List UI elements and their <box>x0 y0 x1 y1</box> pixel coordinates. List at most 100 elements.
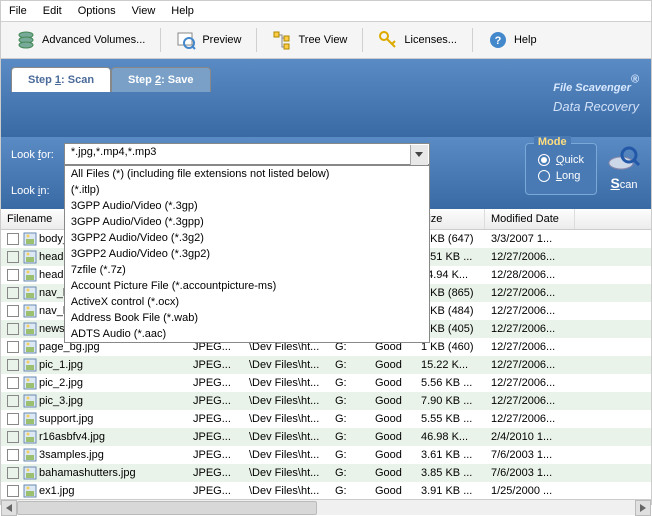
row-checkbox[interactable] <box>7 233 19 245</box>
cell-filename: ex1.jpg <box>39 485 74 497</box>
table-row[interactable]: support.jpgJPEG...\Dev Files\ht...G:Good… <box>1 410 651 428</box>
cell-modified: 12/27/2006... <box>485 322 575 336</box>
advanced-volumes-button[interactable]: Advanced Volumes... <box>7 26 154 54</box>
dropdown-item[interactable]: ADTS Audio (*.aac) <box>65 326 429 342</box>
menu-edit[interactable]: Edit <box>43 5 62 17</box>
row-checkbox[interactable] <box>7 377 19 389</box>
cell-folder: \Dev Files\ht... <box>243 376 329 390</box>
preview-icon <box>176 30 196 50</box>
image-file-icon <box>23 286 37 300</box>
cell-size: 3.85 KB ... <box>415 466 485 480</box>
tab-scan[interactable]: Step 1: Scan <box>11 67 111 92</box>
scroll-thumb[interactable] <box>17 501 317 515</box>
menu-help[interactable]: Help <box>171 5 194 17</box>
col-modified[interactable]: Modified Date <box>485 209 575 229</box>
table-row[interactable]: r16asbfv4.jpgJPEG...\Dev Files\ht...G:Go… <box>1 428 651 446</box>
dropdown-item[interactable]: 3GPP Audio/Video (*.3gpp) <box>65 214 429 230</box>
radio-icon <box>538 154 550 166</box>
row-checkbox[interactable] <box>7 269 19 281</box>
horizontal-scrollbar[interactable] <box>1 499 651 515</box>
dropdown-item[interactable]: Account Picture File (*.accountpicture-m… <box>65 278 429 294</box>
mode-long-radio[interactable]: Long <box>538 170 584 182</box>
cell-filename: support.jpg <box>39 413 93 425</box>
row-checkbox[interactable] <box>7 341 19 353</box>
image-file-icon <box>23 466 37 480</box>
cell-volume: G: <box>329 412 369 426</box>
mode-legend: Mode <box>534 136 571 148</box>
dropdown-item[interactable]: (*.itlp) <box>65 182 429 198</box>
menu-file[interactable]: File <box>9 5 27 17</box>
dropdown-item[interactable]: Address Book File (*.wab) <box>65 310 429 326</box>
tree-view-button[interactable]: Tree View <box>263 26 356 54</box>
scan-button[interactable]: Scan <box>607 143 641 191</box>
tab-save[interactable]: Step 2: Save <box>111 67 210 92</box>
cell-folder: \Dev Files\ht... <box>243 448 329 462</box>
table-row[interactable]: 3samples.jpgJPEG...\Dev Files\ht...G:Goo… <box>1 446 651 464</box>
cell-type: JPEG... <box>187 484 243 498</box>
cell-folder: \Dev Files\ht... <box>243 466 329 480</box>
row-checkbox[interactable] <box>7 251 19 263</box>
cell-size: 5.55 KB ... <box>415 412 485 426</box>
image-file-icon <box>23 340 37 354</box>
row-checkbox[interactable] <box>7 323 19 335</box>
table-row[interactable]: pic_3.jpgJPEG...\Dev Files\ht...G:Good7.… <box>1 392 651 410</box>
row-checkbox[interactable] <box>7 467 19 479</box>
cell-size: 7.90 KB ... <box>415 394 485 408</box>
look-for-combo[interactable]: *.jpg,*.mp4,*.mp3 <box>64 143 430 165</box>
cell-filename: pic_3.jpg <box>39 395 83 407</box>
cell-volume: G: <box>329 358 369 372</box>
row-checkbox[interactable] <box>7 395 19 407</box>
cell-modified: 1/25/2000 ... <box>485 484 575 498</box>
licenses-button[interactable]: Licenses... <box>369 26 466 54</box>
row-checkbox[interactable] <box>7 287 19 299</box>
menu-options[interactable]: Options <box>78 5 116 17</box>
cell-modified: 12/28/2006... <box>485 268 575 282</box>
cell-type: JPEG... <box>187 466 243 480</box>
preview-button[interactable]: Preview <box>167 26 250 54</box>
mode-quick-radio[interactable]: Quick <box>538 154 584 166</box>
mode-group: Mode Quick Long <box>525 143 597 195</box>
dropdown-item[interactable]: 3GPP Audio/Video (*.3gp) <box>65 198 429 214</box>
cell-size: 3.91 KB ... <box>415 484 485 498</box>
table-row[interactable]: bahamashutters.jpg JPEG...\Dev Files\ht..… <box>1 464 651 482</box>
scroll-right-button[interactable] <box>635 500 651 516</box>
table-row[interactable]: pic_1.jpgJPEG...\Dev Files\ht...G:Good15… <box>1 356 651 374</box>
cell-modified: 12/27/2006... <box>485 304 575 318</box>
dropdown-item[interactable]: 3GPP2 Audio/Video (*.3g2) <box>65 230 429 246</box>
look-in-label: Look in: <box>11 185 54 197</box>
image-file-icon <box>23 412 37 426</box>
cell-status: Good <box>369 466 415 480</box>
row-checkbox[interactable] <box>7 431 19 443</box>
dropdown-item[interactable]: ActiveX control (*.ocx) <box>65 294 429 310</box>
row-checkbox[interactable] <box>7 413 19 425</box>
cell-modified: 12/27/2006... <box>485 412 575 426</box>
menu-view[interactable]: View <box>132 5 156 17</box>
cell-size: 5.56 KB ... <box>415 376 485 390</box>
dropdown-item[interactable]: All Files (*) (including file extensions… <box>65 166 429 182</box>
row-checkbox[interactable] <box>7 449 19 461</box>
cell-filename: bahamashutters.jpg <box>39 467 136 479</box>
image-file-icon <box>23 376 37 390</box>
table-row[interactable]: pic_2.jpgJPEG...\Dev Files\ht...G:Good5.… <box>1 374 651 392</box>
scroll-left-button[interactable] <box>1 500 17 516</box>
cell-status: Good <box>369 484 415 498</box>
row-checkbox[interactable] <box>7 359 19 371</box>
image-file-icon <box>23 268 37 282</box>
dropdown-item[interactable]: 7zfile (*.7z) <box>65 262 429 278</box>
cell-size: 3.61 KB ... <box>415 448 485 462</box>
cell-filename: pic_1.jpg <box>39 359 83 371</box>
brand-title: File Scavenger® <box>553 71 639 97</box>
banner: Step 1: Scan Step 2: Save File Scavenger… <box>1 59 651 137</box>
help-button[interactable]: ? Help <box>479 26 546 54</box>
look-for-value: *.jpg,*.mp4,*.mp3 <box>71 146 157 158</box>
cell-type: JPEG... <box>187 376 243 390</box>
row-checkbox[interactable] <box>7 305 19 317</box>
dropdown-item[interactable]: 3GPP2 Audio/Video (*.3gp2) <box>65 246 429 262</box>
cell-volume: G: <box>329 448 369 462</box>
table-row[interactable]: ex1.jpgJPEG...\Dev Files\ht...G:Good3.91… <box>1 482 651 499</box>
disk-stack-icon <box>16 30 36 50</box>
image-file-icon <box>23 358 37 372</box>
dropdown-toggle[interactable] <box>410 145 428 165</box>
cell-modified: 12/27/2006... <box>485 286 575 300</box>
row-checkbox[interactable] <box>7 485 19 497</box>
